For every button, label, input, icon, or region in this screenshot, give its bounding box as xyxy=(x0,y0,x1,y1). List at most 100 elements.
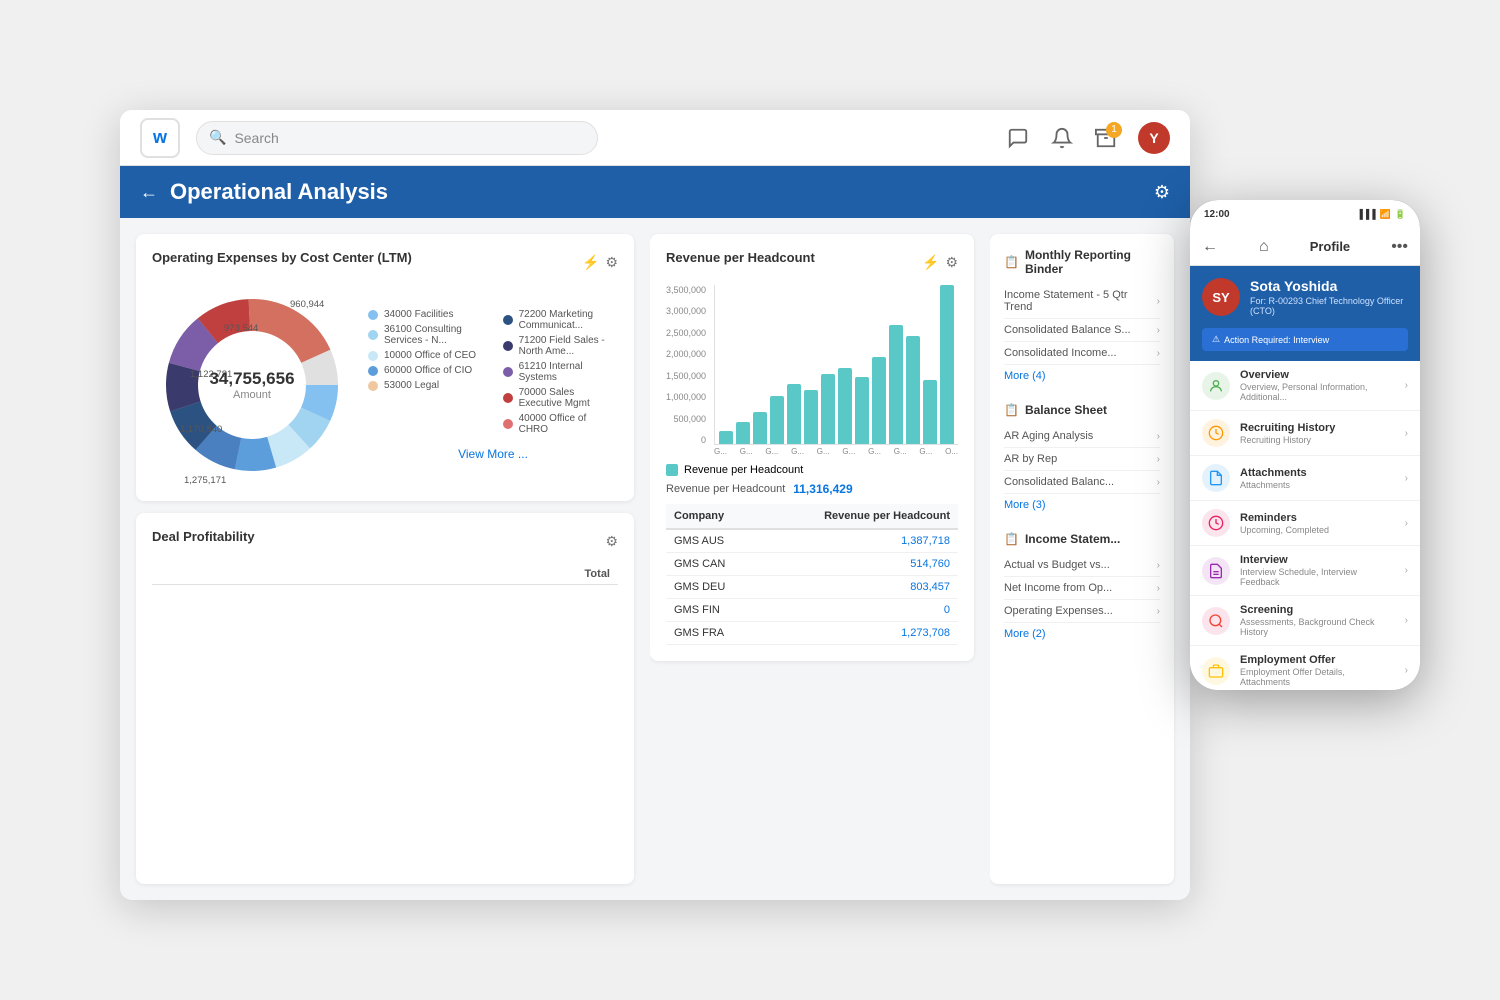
legend-item-2: 36100 Consulting Services - N... xyxy=(368,324,483,346)
profile-role: For: R-00293 Chief Technology Officer (C… xyxy=(1250,296,1408,316)
chevron-icon-7: › xyxy=(1157,560,1160,571)
more-link-1[interactable]: More (4) xyxy=(1004,365,1160,387)
menu-item-text-attachments: Attachments Attachments xyxy=(1240,467,1395,490)
more-link-3[interactable]: More (2) xyxy=(1004,623,1160,645)
logo: w xyxy=(153,127,167,148)
menu-item-reminders[interactable]: Reminders Upcoming, Completed › xyxy=(1190,501,1420,546)
donut-amount: 34,755,656 xyxy=(209,369,294,389)
revenue-table: Company Revenue per Headcount GMS AUS 1,… xyxy=(666,504,958,645)
menu-item-text-overview: Overview Overview, Personal Information,… xyxy=(1240,369,1395,402)
legend-col-2: 72200 Marketing Communicat... 71200 Fiel… xyxy=(503,309,618,435)
search-bar[interactable]: 🔍 Search xyxy=(196,121,598,155)
inbox-badge: 1 xyxy=(1106,122,1122,138)
income-icon: 📋 xyxy=(1004,532,1019,546)
inbox-icon[interactable]: 1 xyxy=(1094,126,1118,150)
right-card: 📋 Monthly Reporting Binder Income Statem… xyxy=(990,234,1174,884)
overview-sub: Overview, Personal Information, Addition… xyxy=(1240,382,1395,402)
binder-consol-bal-text: Consolidated Balanc... xyxy=(1004,476,1114,488)
revenue-company-2: GMS CAN xyxy=(666,553,760,576)
bell-icon[interactable] xyxy=(1050,126,1074,150)
y-label-5: 1,500,000 xyxy=(666,371,706,381)
search-placeholder: Search xyxy=(234,130,278,146)
gear-icon[interactable]: ⚙ xyxy=(605,254,618,271)
menu-item-interview[interactable]: Interview Interview Schedule, Interview … xyxy=(1190,546,1420,596)
binder-item-balance[interactable]: Consolidated Balance S... › xyxy=(1004,319,1160,342)
user-avatar[interactable]: Y xyxy=(1138,122,1170,154)
legend-col-1: 34000 Facilities 36100 Consulting Servic… xyxy=(368,309,483,435)
card-title-expenses: Operating Expenses by Cost Center (LTM) xyxy=(152,250,412,265)
donut-label: Amount xyxy=(209,389,294,401)
menu-chevron-recruiting: › xyxy=(1405,428,1408,439)
binder-op-expenses[interactable]: Operating Expenses... › xyxy=(1004,600,1160,623)
binder-ar-rep[interactable]: AR by Rep › xyxy=(1004,448,1160,471)
phone-home-icon[interactable]: ⌂ xyxy=(1259,238,1269,256)
legend-label-1: 34000 Facilities xyxy=(384,309,453,320)
menu-item-text-recruiting: Recruiting History Recruiting History xyxy=(1240,422,1395,445)
reminders-title: Reminders xyxy=(1240,512,1395,524)
profile-info: Sota Yoshida For: R-00293 Chief Technolo… xyxy=(1250,278,1408,316)
x-label-1: G... xyxy=(714,447,727,456)
app-window: w 🔍 Search xyxy=(120,110,1190,900)
card-actions-expenses[interactable]: ⚡ ⚙ xyxy=(582,254,618,271)
employment-title: Employment Offer xyxy=(1240,654,1395,666)
menu-item-recruiting[interactable]: Recruiting History Recruiting History › xyxy=(1190,411,1420,456)
menu-item-overview[interactable]: Overview Overview, Personal Information,… xyxy=(1190,361,1420,411)
x-label-7: G... xyxy=(868,447,881,456)
card-actions-deal[interactable]: ⚙ xyxy=(605,533,618,550)
view-more-link[interactable]: View More ... xyxy=(368,439,618,461)
legend-label-8: 61210 Internal Systems xyxy=(519,361,618,383)
revenue-col-value: Revenue per Headcount xyxy=(760,504,958,529)
binder-ar-aging[interactable]: AR Aging Analysis › xyxy=(1004,425,1160,448)
card-actions-revenue[interactable]: ⚡ ⚙ xyxy=(922,254,958,271)
menu-item-employment[interactable]: Employment Offer Employment Offer Detail… xyxy=(1190,646,1420,690)
revenue-row-3: GMS DEU 803,457 xyxy=(666,576,958,599)
phone-more-icon[interactable]: ••• xyxy=(1391,238,1408,256)
settings-icon[interactable]: ⚙ xyxy=(1154,182,1170,203)
chat-icon[interactable] xyxy=(1006,126,1030,150)
attachments-icon xyxy=(1202,464,1230,492)
filter-icon[interactable]: ⚡ xyxy=(582,254,599,271)
binder-actual-vs[interactable]: Actual vs Budget vs... › xyxy=(1004,554,1160,577)
interview-title: Interview xyxy=(1240,554,1395,566)
action-banner-inner[interactable]: ⚠ Action Required: Interview xyxy=(1202,328,1408,351)
menu-item-attachments[interactable]: Attachments Attachments › xyxy=(1190,456,1420,501)
chevron-icon-3: › xyxy=(1157,348,1160,359)
gear-icon-revenue[interactable]: ⚙ xyxy=(945,254,958,271)
action-text: Action Required: Interview xyxy=(1224,335,1329,345)
x-label-4: G... xyxy=(791,447,804,456)
bar-11 xyxy=(889,325,903,444)
interview-icon xyxy=(1202,557,1230,585)
logo-container[interactable]: w xyxy=(140,118,180,158)
revenue-total-label: Revenue per Headcount xyxy=(666,483,785,495)
phone-back-icon[interactable]: ← xyxy=(1202,238,1218,256)
binder-item-income-text: Income Statement - 5 Qtr Trend xyxy=(1004,289,1157,313)
binder-item-income-stmt[interactable]: Income Statement - 5 Qtr Trend › xyxy=(1004,284,1160,319)
bar-1 xyxy=(719,431,733,444)
legend-dot-6 xyxy=(503,315,513,325)
deal-settings-icon[interactable]: ⚙ xyxy=(605,533,618,550)
filter-icon-revenue[interactable]: ⚡ xyxy=(922,254,939,271)
donut-label-4: 1,170,840 xyxy=(180,424,222,435)
phone-nav-title: Profile xyxy=(1310,239,1350,254)
back-button[interactable]: ← xyxy=(140,182,158,203)
revenue-total: Revenue per Headcount 11,316,429 xyxy=(666,482,958,496)
legend-item-9: 70000 Sales Executive Mgmt xyxy=(503,387,618,409)
more-link-2[interactable]: More (3) xyxy=(1004,494,1160,516)
binder-consol-bal[interactable]: Consolidated Balanc... › xyxy=(1004,471,1160,494)
menu-item-text-reminders: Reminders Upcoming, Completed xyxy=(1240,512,1395,535)
left-panel: Operating Expenses by Cost Center (LTM) … xyxy=(120,218,650,900)
chevron-icon-9: › xyxy=(1157,606,1160,617)
binder-item-income[interactable]: Consolidated Income... › xyxy=(1004,342,1160,365)
menu-chevron-reminders: › xyxy=(1405,518,1408,529)
x-label-2: G... xyxy=(740,447,753,456)
revenue-company-5: GMS FRA xyxy=(666,622,760,645)
legend-dot-5 xyxy=(368,381,378,391)
binder-net-income[interactable]: Net Income from Op... › xyxy=(1004,577,1160,600)
chevron-icon-8: › xyxy=(1157,583,1160,594)
recruiting-title: Recruiting History xyxy=(1240,422,1395,434)
bar-7 xyxy=(821,374,835,444)
donut-label-1: 960,944 xyxy=(290,299,324,310)
menu-item-screening[interactable]: Screening Assessments, Background Check … xyxy=(1190,596,1420,646)
binder-icon: 📋 xyxy=(1004,255,1019,269)
binder-net-income-text: Net Income from Op... xyxy=(1004,582,1112,594)
